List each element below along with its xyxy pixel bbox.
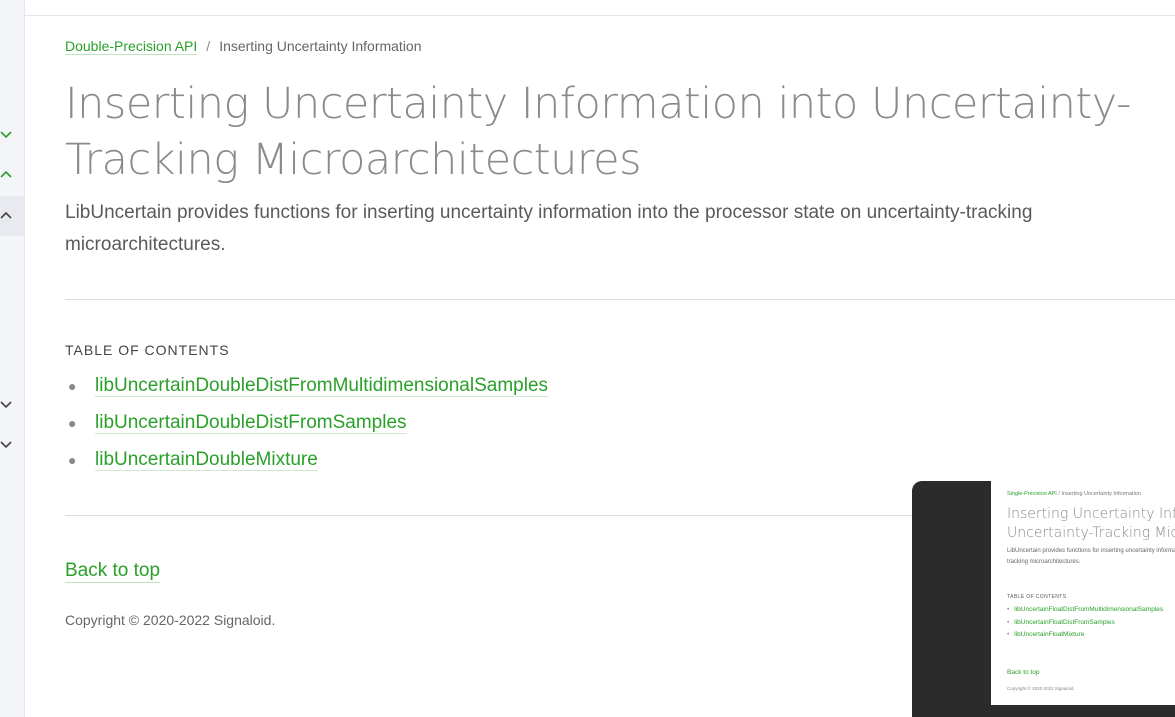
- preview-breadcrumb-separator: /: [1058, 491, 1060, 497]
- preview-toc-heading: TABLE OF CONTENTS: [1007, 594, 1067, 600]
- preview-breadcrumb-parent: Single-Precision API: [1007, 491, 1057, 497]
- sidebar-nav: [0, 0, 25, 717]
- chevron-up-icon[interactable]: [0, 206, 24, 226]
- chevron-down-icon[interactable]: [0, 435, 24, 455]
- bullet-icon: ●: [68, 452, 77, 468]
- breadcrumb-current: Inserting Uncertainty Information: [219, 38, 422, 54]
- chevron-down-icon[interactable]: [0, 395, 24, 415]
- chevron-down-icon[interactable]: [0, 125, 24, 145]
- breadcrumb: Double-Precision API / Inserting Uncertain…: [65, 38, 422, 55]
- chevron-up-icon[interactable]: [0, 165, 24, 185]
- preview-toc-link: libUncertainFloatDistFromSamples: [1014, 618, 1115, 626]
- bullet-icon: ●: [68, 378, 77, 394]
- preview-breadcrumb: Single-Precision API / Inserting Uncerta…: [1007, 491, 1141, 497]
- preview-toc-link: libUncertainFloatDistFromMultidimensiona…: [1014, 606, 1164, 613]
- breadcrumb-separator: /: [206, 38, 211, 54]
- preview-toc-item: • libUncertainFloatMixture: [1007, 629, 1163, 642]
- toc-item: ● libUncertainDoubleMixture: [65, 444, 548, 481]
- docs-page: Double-Precision API / Inserting Uncertain…: [0, 0, 1175, 717]
- preview-toc-link: libUncertainFloatMixture: [1014, 631, 1085, 638]
- toc-link-dist-from-samples[interactable]: libUncertainDoubleDistFromSamples: [95, 412, 407, 434]
- preview-back-to-top: Back to top: [1007, 669, 1040, 676]
- preview-breadcrumb-current: Inserting Uncertainty Information: [1061, 491, 1141, 497]
- table-of-contents: ● libUncertainDoubleDistFromMultidimensi…: [65, 370, 549, 481]
- bullet-icon: •: [1007, 631, 1010, 638]
- divider: [65, 299, 1175, 300]
- back-to-top-link[interactable]: Back to top: [65, 560, 161, 583]
- bullet-icon: •: [1007, 606, 1010, 613]
- preview-lead: LibUncertain provides functions for inse…: [1007, 548, 1175, 565]
- toc-link-mixture[interactable]: libUncertainDoubleMixture: [95, 449, 318, 471]
- preview-toc-item: • libUncertainFloatDistFromMultidimension…: [1007, 604, 1163, 617]
- toc-item: ● libUncertainDoubleDistFromMultidimensi…: [65, 370, 549, 407]
- preview-toc: • libUncertainFloatDistFromMultidimension…: [1007, 604, 1163, 642]
- bullet-icon: •: [1007, 618, 1010, 626]
- toc-link-multidimensional-samples[interactable]: libUncertainDoubleDistFromMultidimension…: [95, 375, 549, 397]
- toc-heading: TABLE OF CONTENTS: [65, 342, 230, 358]
- preview-title: Inserting Uncertainty Information into U…: [1007, 506, 1175, 541]
- preview-sheet: Single-Precision API / Inserting Uncerta…: [991, 481, 1175, 705]
- preview-toc-item: • libUncertainFloatDistFromSamples: [1007, 617, 1163, 630]
- page-lead: LibUncertain provides functions for inse…: [65, 202, 1033, 255]
- page-title: Inserting Uncertainty Information into U…: [65, 79, 1131, 185]
- preview-copyright: Copyright © 2020-2022 Signaloid.: [1007, 686, 1075, 691]
- top-header-bar: [25, 0, 1175, 16]
- toc-item: ● libUncertainDoubleDistFromSamples: [65, 407, 548, 444]
- copyright-text: Copyright © 2020-2022 Signaloid.: [65, 612, 276, 628]
- page-preview-thumbnail[interactable]: Single-Precision API / Inserting Uncerta…: [912, 481, 1175, 717]
- bullet-icon: ●: [68, 415, 77, 431]
- breadcrumb-parent-link[interactable]: Double-Precision API: [65, 38, 198, 55]
